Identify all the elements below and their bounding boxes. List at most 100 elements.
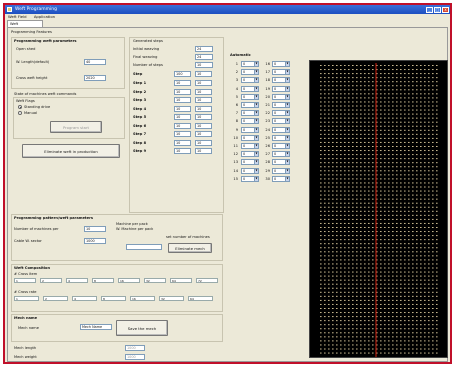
chevron-down-icon[interactable]: ▼ bbox=[285, 119, 289, 124]
step-value-a[interactable]: 10 bbox=[174, 80, 191, 86]
cross-item-cell[interactable]: 64 bbox=[170, 278, 192, 283]
auto-select[interactable]: 0 ▼ bbox=[272, 77, 290, 84]
auto-select[interactable]: 0 ▼ bbox=[241, 159, 259, 166]
step-value-a[interactable]: 10 bbox=[174, 97, 191, 103]
final-weaving-input[interactable]: 24 bbox=[195, 54, 213, 60]
auto-select[interactable]: 0 ▼ bbox=[272, 110, 290, 117]
chevron-down-icon[interactable]: ▼ bbox=[285, 152, 289, 157]
step-value-a[interactable]: 10 bbox=[174, 114, 191, 120]
auto-select[interactable]: 0 ▼ bbox=[241, 143, 259, 149]
auto-select[interactable]: 0 ▼ bbox=[272, 159, 290, 166]
cross-rate-cell[interactable]: 2 bbox=[43, 296, 68, 301]
step-value-a[interactable]: 10 bbox=[174, 88, 191, 95]
cross-item-cell[interactable]: 72 bbox=[196, 278, 218, 283]
maximize-button[interactable]: □ bbox=[434, 6, 441, 13]
title-bar[interactable]: Weft Programming _ □ x bbox=[5, 5, 450, 14]
chevron-down-icon[interactable]: ▼ bbox=[285, 62, 289, 66]
auto-select[interactable]: 0 ▼ bbox=[272, 102, 290, 108]
auto-select[interactable]: 0 ▼ bbox=[241, 61, 259, 67]
chevron-down-icon[interactable]: ▼ bbox=[285, 127, 289, 132]
chevron-down-icon[interactable]: ▼ bbox=[285, 160, 289, 165]
auto-select[interactable]: 0 ▼ bbox=[241, 77, 259, 84]
mech-name-input[interactable]: Mech Name bbox=[80, 324, 112, 330]
auto-select[interactable]: 0 ▼ bbox=[241, 126, 259, 133]
auto-select[interactable]: 0 ▼ bbox=[272, 167, 290, 174]
chevron-down-icon[interactable]: ▼ bbox=[254, 127, 258, 132]
auto-select[interactable]: 0 ▼ bbox=[241, 134, 259, 141]
chevron-down-icon[interactable]: ▼ bbox=[254, 135, 258, 140]
chevron-down-icon[interactable]: ▼ bbox=[254, 119, 258, 124]
chevron-down-icon[interactable]: ▼ bbox=[285, 78, 289, 83]
step-value-b[interactable]: 10 bbox=[195, 148, 212, 154]
auto-select[interactable]: 0 ▼ bbox=[272, 175, 290, 182]
chevron-down-icon[interactable]: ▼ bbox=[285, 144, 289, 148]
cross-item-cell[interactable]: 8 bbox=[92, 278, 114, 283]
chevron-down-icon[interactable]: ▼ bbox=[254, 94, 258, 99]
chevron-down-icon[interactable]: ▼ bbox=[254, 152, 258, 157]
eliminate-weft-button[interactable]: Eliminate weft in production bbox=[22, 144, 120, 158]
cross-rate-cell[interactable]: 16 bbox=[130, 296, 155, 301]
step-value-a[interactable]: 10 bbox=[174, 148, 191, 154]
auto-select[interactable]: 0 ▼ bbox=[241, 151, 259, 158]
tab-weft-programming[interactable]: Weft Programming bbox=[7, 20, 43, 32]
chevron-down-icon[interactable]: ▼ bbox=[254, 62, 258, 66]
cable-sector-input[interactable]: 1000 bbox=[84, 238, 106, 244]
chevron-down-icon[interactable]: ▼ bbox=[254, 176, 258, 181]
auto-select[interactable]: 0 ▼ bbox=[272, 126, 290, 133]
chevron-down-icon[interactable]: ▼ bbox=[254, 144, 258, 148]
save-mech-button[interactable]: Save the mech bbox=[116, 320, 168, 336]
auto-select[interactable]: 0 ▼ bbox=[241, 167, 259, 174]
chevron-down-icon[interactable]: ▼ bbox=[285, 70, 289, 75]
auto-select[interactable]: 0 ▼ bbox=[272, 151, 290, 158]
chevron-down-icon[interactable]: ▼ bbox=[285, 86, 289, 91]
step-value-b[interactable]: 10 bbox=[195, 88, 212, 95]
auto-select[interactable]: 0 ▼ bbox=[241, 85, 259, 92]
cross-item-cell[interactable]: 2 bbox=[40, 278, 62, 283]
chevron-down-icon[interactable]: ▼ bbox=[285, 103, 289, 107]
auto-select[interactable]: 0 ▼ bbox=[241, 93, 259, 100]
auto-select[interactable]: 0 ▼ bbox=[272, 118, 290, 125]
step-value-b[interactable]: 10 bbox=[195, 122, 212, 129]
auto-select[interactable]: 0 ▼ bbox=[241, 118, 259, 125]
chevron-down-icon[interactable]: ▼ bbox=[254, 111, 258, 116]
chevron-down-icon[interactable]: ▼ bbox=[285, 111, 289, 116]
auto-select[interactable]: 0 ▼ bbox=[241, 69, 259, 76]
cross-rate-cell[interactable]: 8 bbox=[101, 296, 126, 301]
chevron-down-icon[interactable]: ▼ bbox=[285, 135, 289, 140]
chevron-down-icon[interactable]: ▼ bbox=[254, 70, 258, 75]
cross-rate-cell[interactable]: 1 bbox=[14, 296, 39, 301]
program-start-button[interactable]: Program start bbox=[50, 121, 102, 133]
auto-select[interactable]: 0 ▼ bbox=[272, 143, 290, 149]
chevron-down-icon[interactable]: ▼ bbox=[254, 168, 258, 173]
cross-item-cell[interactable]: 4 bbox=[66, 278, 88, 283]
chevron-down-icon[interactable]: ▼ bbox=[285, 176, 289, 181]
chevron-down-icon[interactable]: ▼ bbox=[254, 160, 258, 165]
minimize-button[interactable]: _ bbox=[426, 6, 433, 13]
chevron-down-icon[interactable]: ▼ bbox=[285, 168, 289, 173]
number-of-steps-input[interactable]: 10 bbox=[195, 62, 213, 68]
chevron-down-icon[interactable]: ▼ bbox=[285, 94, 289, 99]
mech-weight-input[interactable]: 1000 bbox=[125, 354, 145, 360]
standing-drive-radio[interactable] bbox=[18, 105, 22, 109]
cross-item-cell[interactable]: 1 bbox=[14, 278, 36, 283]
auto-select[interactable]: 0 ▼ bbox=[272, 61, 290, 67]
auto-select[interactable]: 0 ▼ bbox=[272, 93, 290, 100]
menu-application[interactable]: Application bbox=[34, 14, 55, 19]
pattern-preview[interactable] bbox=[309, 60, 448, 358]
auto-select[interactable]: 0 ▼ bbox=[272, 85, 290, 92]
step-value-a[interactable]: 10 bbox=[174, 105, 191, 112]
step-value-b[interactable]: 10 bbox=[195, 80, 212, 86]
eliminate-mech-button[interactable]: Eliminate mech bbox=[168, 243, 212, 253]
cross-rate-cell[interactable]: 32 bbox=[159, 296, 184, 301]
chevron-down-icon[interactable]: ▼ bbox=[254, 78, 258, 83]
step-value-b[interactable]: 10 bbox=[195, 105, 212, 112]
auto-select[interactable]: 0 ▼ bbox=[241, 175, 259, 182]
auto-select[interactable]: 0 ▼ bbox=[272, 134, 290, 141]
cross-item-cell[interactable]: 16 bbox=[118, 278, 140, 283]
close-button[interactable]: x bbox=[442, 6, 449, 13]
chevron-down-icon[interactable]: ▼ bbox=[254, 103, 258, 107]
step-value-b[interactable]: 10 bbox=[195, 114, 212, 120]
cross-rate-cell[interactable]: 4 bbox=[72, 296, 97, 301]
machines-pack-input[interactable] bbox=[126, 244, 162, 250]
cross-weft-height-input[interactable]: 2020 bbox=[84, 75, 106, 81]
